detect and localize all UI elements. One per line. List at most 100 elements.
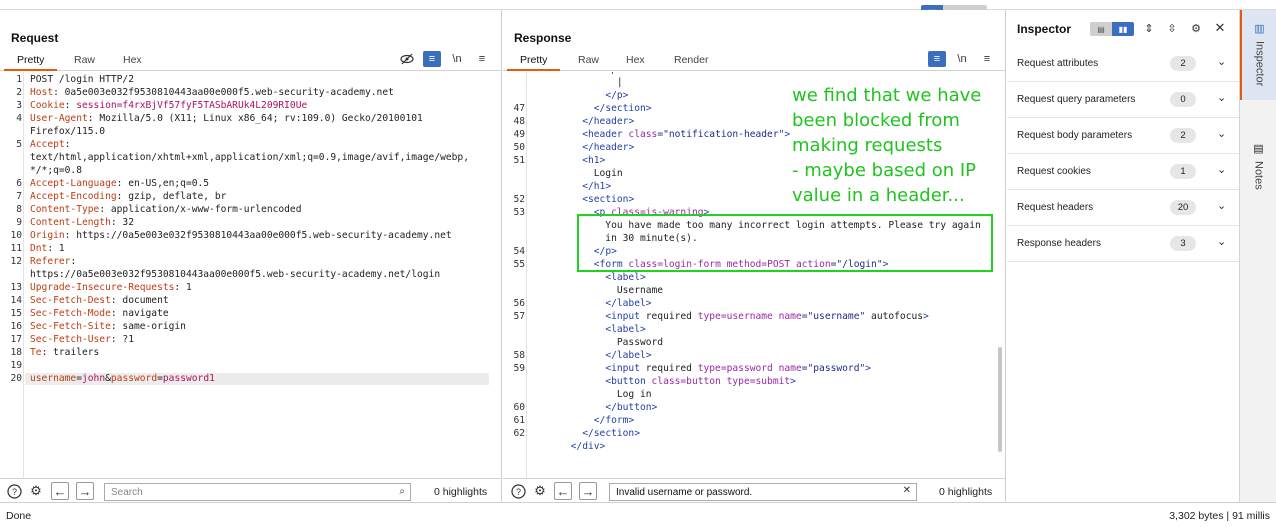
inspector-section-request-query-parameters[interactable]: Request query parameters 0 ⌄ xyxy=(1007,82,1239,118)
inspector-view-list-icon[interactable]: ▤ xyxy=(1090,22,1112,36)
header-value: : 1 xyxy=(174,282,192,293)
header-value: : xyxy=(64,139,71,150)
sidebar-tab-notes[interactable]: ▤ Notes xyxy=(1240,142,1276,222)
inspector-section-request-attributes[interactable]: Request attributes 2 ⌄ xyxy=(1007,46,1239,82)
request-editor[interactable]: 1 2 3 4 5 6 7 8 9 10 11 12 13 14 15 16 17 18 19 20 POST /log… xyxy=(0,72,501,478)
response-search-input[interactable]: Invalid username or password. ✕ xyxy=(609,483,917,501)
header-name: Content-Type xyxy=(30,204,100,215)
previous-arrow-icon[interactable]: ← xyxy=(51,482,69,500)
line-number: 6 xyxy=(16,178,22,189)
wrap-lines-icon[interactable]: ≡ xyxy=(423,51,441,67)
html-tag: <p xyxy=(605,72,617,75)
inspector-section-response-headers[interactable]: Response headers 3 ⌄ xyxy=(1007,226,1239,262)
line-number: 2 xyxy=(16,87,22,98)
response-tab-pretty[interactable]: Pretty xyxy=(506,54,562,71)
chevron-down-icon[interactable]: ⌄ xyxy=(1217,199,1226,212)
inspector-view-panel-icon[interactable]: ▮▮ xyxy=(1112,22,1134,36)
response-tab-render[interactable]: Render xyxy=(674,54,708,66)
request-line: Content-Type: application/x-www-form-url… xyxy=(30,204,301,215)
settings-gear-icon[interactable]: ⚙ xyxy=(27,482,45,500)
request-search-input[interactable]: Search ⌕ xyxy=(104,483,411,501)
line-number: 52 xyxy=(513,194,525,205)
response-line: </label> xyxy=(536,350,651,361)
inspector-settings-gear-icon[interactable]: ⚙ xyxy=(1187,20,1205,36)
header-name: Origin xyxy=(30,230,65,241)
response-menu-icon[interactable]: ≡ xyxy=(978,51,996,67)
chevron-down-icon[interactable]: ⌄ xyxy=(1217,91,1226,104)
body-param-value: password1 xyxy=(162,373,215,384)
html-tag: <input xyxy=(605,311,640,322)
header-value: https://0a5e003e032f9530810443aa00e000f5… xyxy=(30,269,441,280)
html-attr-value: ="username" xyxy=(801,311,866,322)
html-tag: > xyxy=(651,402,658,413)
expand-all-icon[interactable]: ⇕ xyxy=(1140,20,1158,36)
response-editor[interactable]: 47484950515253545556575859606162 <p> | <… xyxy=(503,72,1005,478)
html-attribute: name xyxy=(772,311,802,322)
inspector-section-request-headers[interactable]: Request headers 20 ⌄ xyxy=(1007,190,1239,226)
sidebar-tab-inspector[interactable]: ▥ Inspector xyxy=(1240,10,1276,100)
response-wrap-lines-icon[interactable]: ≡ xyxy=(928,51,946,67)
html-tag: <label xyxy=(605,324,640,335)
line-number: 13 xyxy=(10,282,22,293)
html-tag: </h1 xyxy=(582,181,606,192)
request-line: */*;q=0.8 xyxy=(30,165,82,176)
response-newline-toggle-icon[interactable]: \n xyxy=(953,51,971,67)
newline-toggle-icon[interactable]: \n xyxy=(448,51,466,67)
response-search-value: Invalid username or password. xyxy=(616,487,753,498)
request-line: Content-Length: 32 xyxy=(30,217,134,228)
inspector-section-label: Request body parameters xyxy=(1017,130,1133,141)
request-tab-hex[interactable]: Hex xyxy=(123,54,142,66)
response-help-icon[interactable]: ? xyxy=(509,482,527,500)
request-title: Request xyxy=(11,31,59,45)
html-tag: > xyxy=(605,181,612,192)
request-menu-icon[interactable]: ≡ xyxy=(473,51,491,67)
inspector-section-label: Request attributes xyxy=(1017,58,1099,69)
request-line: Sec-Fetch-User: ?1 xyxy=(30,334,134,345)
request-tab-pretty[interactable]: Pretty xyxy=(3,54,59,71)
hide-eye-icon[interactable] xyxy=(398,51,416,67)
next-arrow-icon[interactable]: → xyxy=(76,482,94,500)
chevron-down-icon[interactable]: ⌄ xyxy=(1217,55,1226,68)
chevron-down-icon[interactable]: ⌄ xyxy=(1217,235,1226,248)
response-line: <input required type=password name="pass… xyxy=(536,363,871,374)
response-line: </div> xyxy=(536,441,606,452)
request-search-bar: ? ⚙ ← → Search ⌕ 0 highlights xyxy=(0,478,501,502)
response-scrollbar[interactable] xyxy=(998,347,1002,452)
request-line: Te: trailers xyxy=(30,347,99,358)
request-pane: Request Pretty Raw Hex ≡ \n ≡ 1234567891… xyxy=(0,10,502,502)
collapse-all-icon[interactable]: ⇳ xyxy=(1163,20,1181,36)
response-next-arrow-icon[interactable]: → xyxy=(579,482,597,500)
response-line: Username xyxy=(536,285,663,296)
line-number: 59 xyxy=(513,363,525,374)
chevron-down-icon[interactable]: ⌄ xyxy=(1217,163,1226,176)
response-tab-raw[interactable]: Raw xyxy=(578,54,599,66)
response-line: <header class="notification-header"> xyxy=(536,129,790,140)
line-number: 7 xyxy=(16,191,22,202)
html-attribute: type xyxy=(720,376,750,387)
clear-search-icon[interactable]: ✕ xyxy=(903,485,911,496)
inspector-section-count: 20 xyxy=(1170,200,1196,215)
inspector-close-icon[interactable]: ✕ xyxy=(1211,20,1229,36)
response-line: <p> xyxy=(536,72,622,75)
response-previous-arrow-icon[interactable]: ← xyxy=(554,482,572,500)
help-icon[interactable]: ? xyxy=(5,482,23,500)
request-tab-raw[interactable]: Raw xyxy=(74,54,95,66)
response-tab-hex[interactable]: Hex xyxy=(626,54,645,66)
inspector-section-request-body-parameters[interactable]: Request body parameters 2 ⌄ xyxy=(1007,118,1239,154)
response-settings-gear-icon[interactable]: ⚙ xyxy=(531,482,549,500)
html-tag: > xyxy=(634,428,640,439)
cookie-name: session xyxy=(76,100,117,111)
request-line: Upgrade-Insecure-Requests: 1 xyxy=(30,282,192,293)
inspector-section-request-cookies[interactable]: Request cookies 1 ⌄ xyxy=(1007,154,1239,190)
response-line: </section> xyxy=(536,428,640,439)
line-number: 48 xyxy=(513,116,525,127)
response-line: <section> xyxy=(536,194,634,205)
chevron-down-icon[interactable]: ⌄ xyxy=(1217,127,1226,140)
html-tag: </div xyxy=(570,441,600,452)
code-text: Username xyxy=(536,285,664,296)
